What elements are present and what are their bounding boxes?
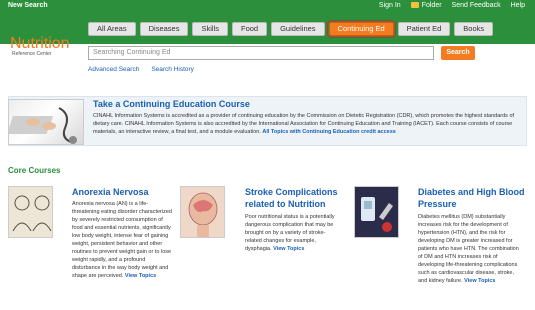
send-feedback-link[interactable]: Send Feedback (452, 2, 501, 9)
folder-icon (410, 2, 419, 9)
search-input[interactable]: Searching Continuing Ed (88, 46, 434, 60)
search-links: Advanced Search Search History (88, 66, 194, 73)
anorexia-view-topics-link[interactable]: View Topics (125, 273, 156, 279)
diabetes-course-description: Diabetes mellitus (DM) substantially inc… (418, 214, 519, 284)
sign-in-link[interactable]: Sign In (379, 2, 401, 9)
toolbar-right: Sign In Folder Send Feedback Help (379, 2, 525, 9)
area-tabs: All Areas Diseases Skills Food Guideline… (88, 20, 494, 38)
tab-guidelines[interactable]: Guidelines (271, 22, 325, 36)
tab-patient-ed[interactable]: Patient Ed (397, 22, 451, 36)
stroke-course-image[interactable] (180, 186, 225, 238)
tab-food[interactable]: Food (231, 22, 268, 36)
folder-label: Folder (421, 2, 442, 9)
all-topics-link[interactable]: All Topics with Continuing Education cre… (262, 129, 395, 135)
help-link[interactable]: Help (511, 2, 525, 9)
diabetes-course-image[interactable] (354, 186, 399, 238)
tab-all-areas[interactable]: All Areas (88, 22, 136, 36)
laptop-stethoscope-image (6, 99, 84, 145)
tab-skills[interactable]: Skills (192, 22, 228, 36)
top-toolbar: New Search Sign In Folder Send Feedback … (0, 0, 535, 14)
search-history-link[interactable]: Search History (151, 66, 194, 73)
promo-title[interactable]: Take a Continuing Education Course (93, 99, 250, 109)
diabetes-course-title[interactable]: Diabetes and High Blood Pressure (418, 186, 528, 210)
advanced-search-link[interactable]: Advanced Search (88, 66, 139, 73)
folder-link[interactable]: Folder (410, 2, 442, 9)
new-search-link[interactable]: New Search (8, 2, 48, 9)
diabetes-course-text: Diabetes mellitus (DM) substantially inc… (418, 213, 523, 285)
tab-books[interactable]: Books (454, 22, 494, 36)
stroke-course-title[interactable]: Stroke Complications related to Nutritio… (245, 186, 350, 210)
search-button[interactable]: Search (441, 46, 475, 60)
anorexia-course-text: Anorexia nervosa (AN) is a life-threaten… (72, 200, 172, 280)
anorexia-course-description: Anorexia nervosa (AN) is a life-threaten… (72, 201, 172, 279)
core-courses-heading: Core Courses (8, 166, 61, 175)
anorexia-course-image[interactable] (8, 186, 53, 238)
diabetes-view-topics-link[interactable]: View Topics (464, 278, 495, 284)
anorexia-course-title[interactable]: Anorexia Nervosa (72, 186, 172, 198)
stroke-view-topics-link[interactable]: View Topics (273, 246, 304, 252)
product-logo[interactable]: Nutrition Reference Center (10, 35, 70, 57)
tab-continuing-ed[interactable]: Continuing Ed (326, 20, 396, 38)
tab-diseases[interactable]: Diseases (139, 22, 189, 36)
stroke-course-text: Poor nutritional status is a potentially… (245, 213, 340, 253)
promo-text: CINAHL Information Systems is accredited… (93, 112, 523, 136)
